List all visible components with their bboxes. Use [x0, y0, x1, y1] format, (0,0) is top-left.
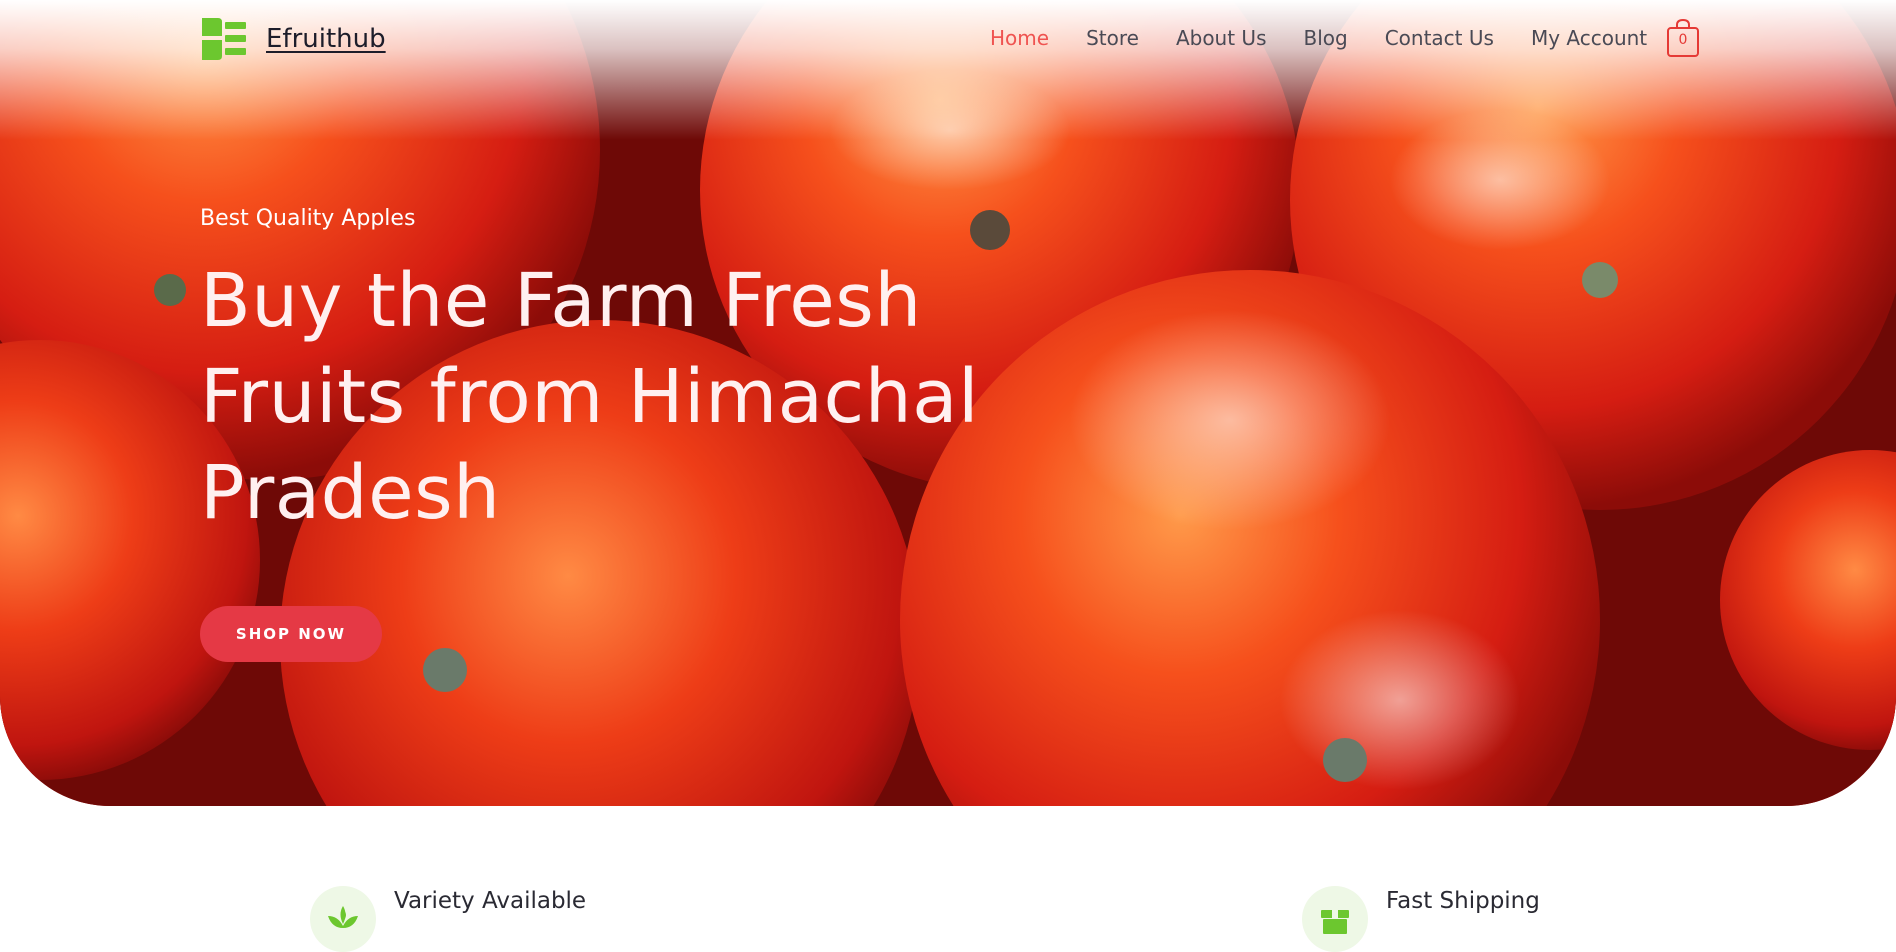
main-menu: Home Store About Us Blog Contact Us My A… — [990, 26, 1684, 50]
brand-name: Efruithub — [266, 24, 386, 54]
cart-count-badge: 0 — [1678, 32, 1688, 48]
feature-title: Variety Available — [394, 888, 587, 914]
feature-variety: Variety Available — [310, 886, 586, 952]
feature-icon-wrap — [1302, 886, 1368, 952]
nav-store[interactable]: Store — [1086, 26, 1139, 50]
leaf-icon — [328, 906, 358, 932]
nav-contact-us[interactable]: Contact Us — [1385, 26, 1494, 50]
hero-tagline: Best Quality Apples — [200, 206, 416, 231]
shop-now-button[interactable]: SHOP NOW — [200, 606, 382, 662]
nav-home[interactable]: Home — [990, 26, 1049, 50]
feature-icon-wrap — [310, 886, 376, 952]
feature-shipping: Fast Shipping — [1302, 886, 1540, 952]
nav-blog[interactable]: Blog — [1303, 26, 1347, 50]
nav-about-us[interactable]: About Us — [1176, 26, 1267, 50]
features-strip: Variety Available Fast Shipping — [0, 860, 1896, 952]
brand-logo-link[interactable]: Efruithub — [200, 16, 386, 62]
cart-button[interactable]: 0 — [1666, 18, 1700, 58]
feature-title: Fast Shipping — [1386, 888, 1540, 914]
box-icon — [1321, 910, 1349, 934]
logo-icon — [202, 18, 246, 60]
site-header: Efruithub Home Store About Us Blog Conta… — [0, 0, 1896, 80]
nav-my-account[interactable]: My Account — [1531, 26, 1647, 50]
hero-content: Best Quality Apples Buy the Farm Fresh F… — [200, 206, 1020, 541]
hero-headline: Buy the Farm Fresh Fruits from Himachal … — [200, 258, 980, 536]
